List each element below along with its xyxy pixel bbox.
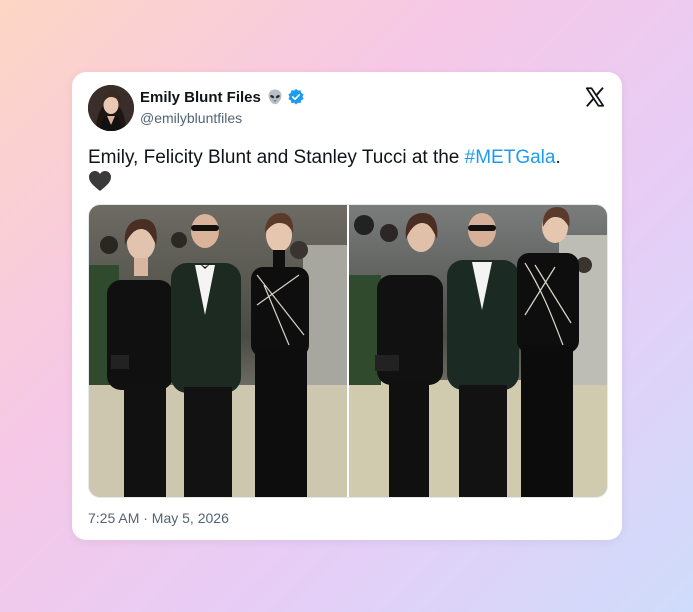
tweet-photo-1[interactable] bbox=[89, 205, 347, 497]
author-avatar[interactable] bbox=[88, 85, 134, 131]
alien-icon bbox=[266, 88, 284, 106]
tweet-text-body: Emily, Felicity Blunt and Stanley Tucci … bbox=[88, 147, 465, 168]
tweet-text-end: . bbox=[555, 147, 561, 168]
author-handle[interactable]: @emilybluntfiles bbox=[140, 110, 242, 126]
tweet-text: Emily, Felicity Blunt and Stanley Tucci … bbox=[88, 146, 608, 195]
black-heart-icon bbox=[88, 170, 112, 192]
tweet-timestamp[interactable]: 7:25 AM · May 5, 2026 bbox=[88, 510, 229, 526]
tweet-media-grid bbox=[88, 204, 608, 498]
author-name-row: Emily Blunt Files bbox=[140, 88, 305, 106]
author-display-name[interactable]: Emily Blunt Files bbox=[140, 89, 261, 106]
hashtag-link[interactable]: #METGala bbox=[465, 147, 556, 168]
tweet-card: Emily Blunt Files @emilybluntfiles Emily… bbox=[72, 72, 622, 540]
tweet-photo-2[interactable] bbox=[349, 205, 607, 497]
verified-badge-icon[interactable] bbox=[287, 88, 305, 106]
x-logo-icon[interactable] bbox=[584, 86, 606, 108]
